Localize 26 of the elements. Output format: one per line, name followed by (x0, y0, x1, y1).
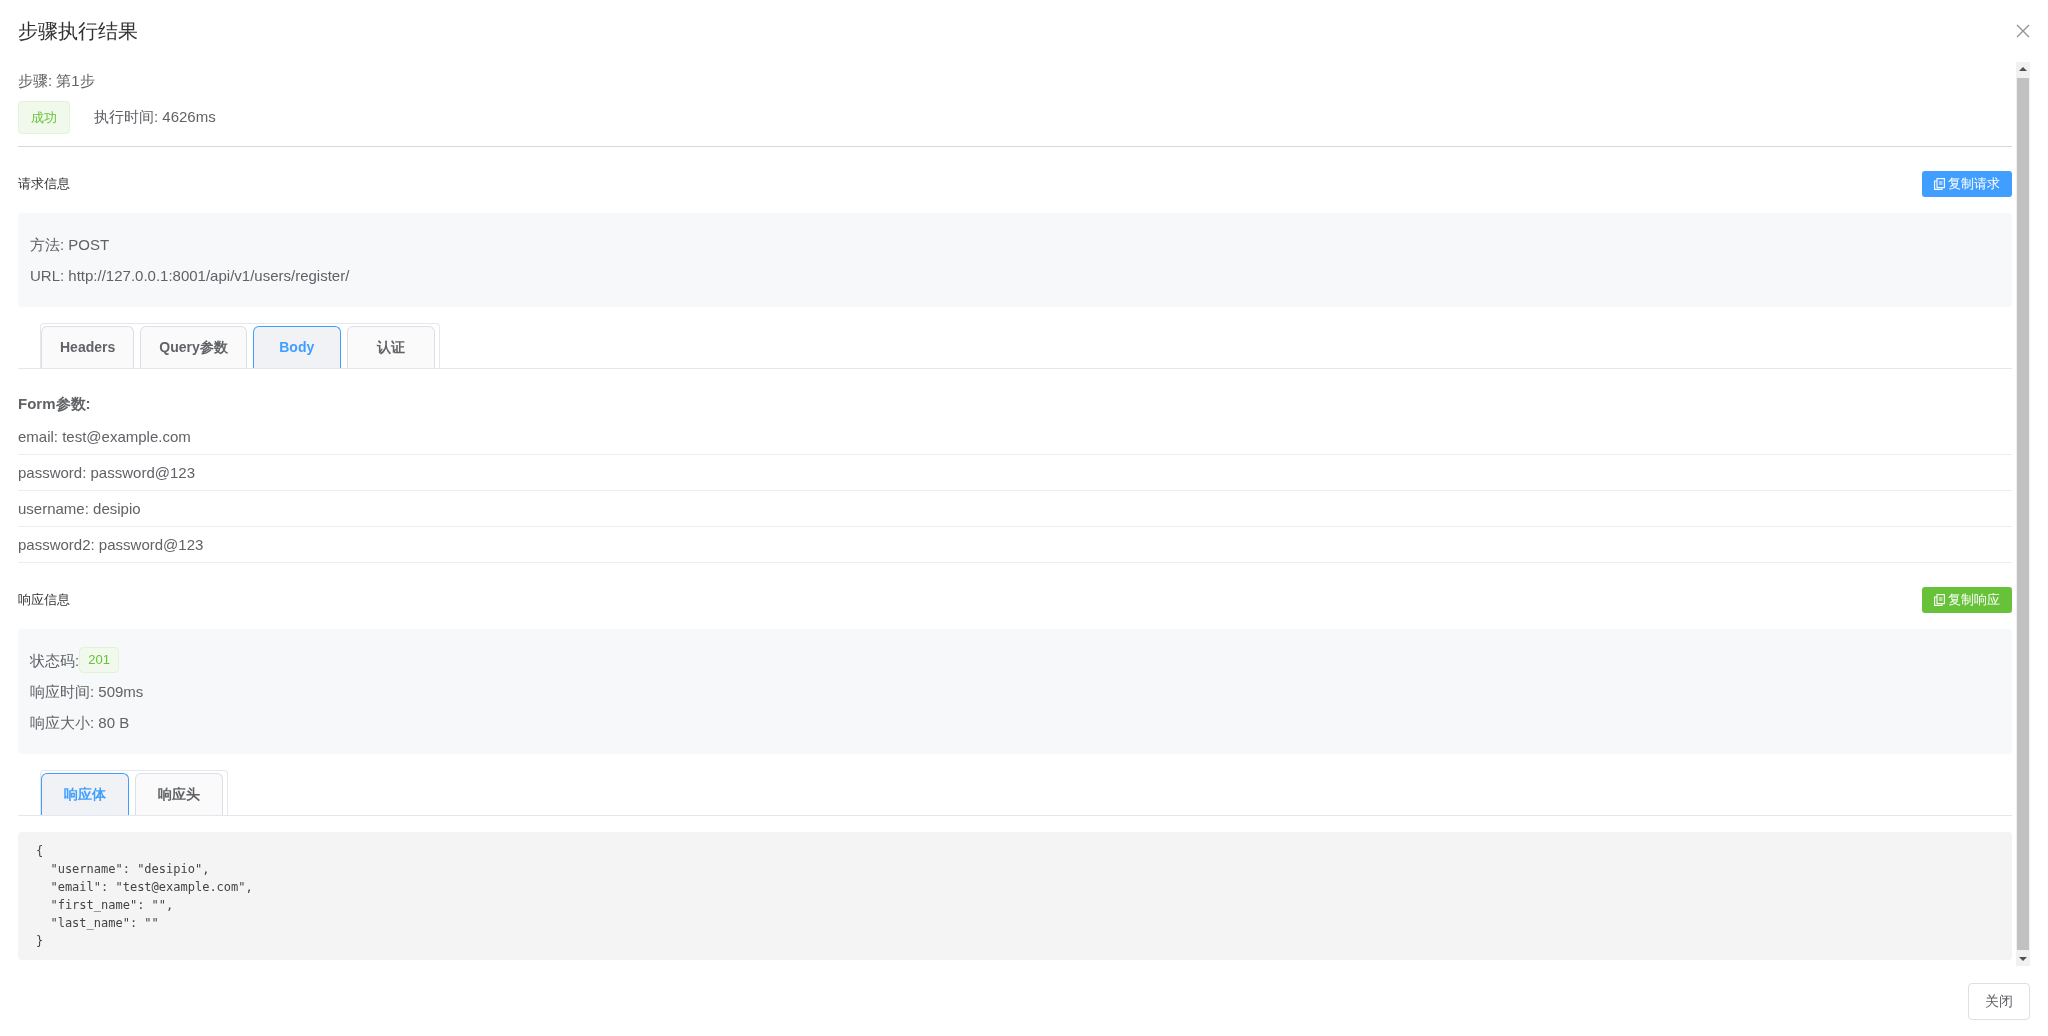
code-block: { "username": "desipio", "email": "test@example.com", "first_name": "", "last_name": "" } (18, 831, 2012, 960)
copy-icon (1934, 177, 1945, 190)
status-code-badge: 201 (79, 647, 119, 673)
method-text: 方法: POST (30, 235, 110, 253)
execution-time: 执行时间: 4626ms (94, 107, 216, 127)
tab[interactable]: Query参数 (140, 325, 247, 368)
form-heading: Form参数: (18, 394, 91, 412)
section-heading: 响应信息 (18, 591, 70, 609)
close-icon[interactable] (2016, 24, 2030, 38)
dialog-title: 步骤执行结果 (18, 19, 138, 44)
param-text: email: test@example.com (18, 428, 191, 445)
tab[interactable]: 认证 (346, 325, 435, 368)
step-label: 步骤: 第1步 (18, 72, 95, 89)
param-text: password2: password@123 (18, 536, 204, 553)
response-size: 响应大小: 80 B (30, 713, 130, 731)
url-text: URL: http://127.0.0.1:8001/api/v1/users/register/ (30, 266, 350, 284)
status-code-label: 状态码: (30, 650, 80, 671)
status-badge: 成功 (18, 100, 70, 134)
close-button[interactable]: 关闭 (1968, 982, 2030, 1020)
param-text: username: desipio (18, 500, 141, 517)
section-heading: 请求信息 (18, 175, 70, 193)
copy-icon (1934, 593, 1945, 606)
response-time: 响应时间: 509ms (30, 682, 144, 700)
param-text: password: password@123 (18, 464, 195, 481)
tab[interactable]: Headers (41, 325, 135, 368)
tab[interactable]: 响应头 (135, 772, 223, 815)
